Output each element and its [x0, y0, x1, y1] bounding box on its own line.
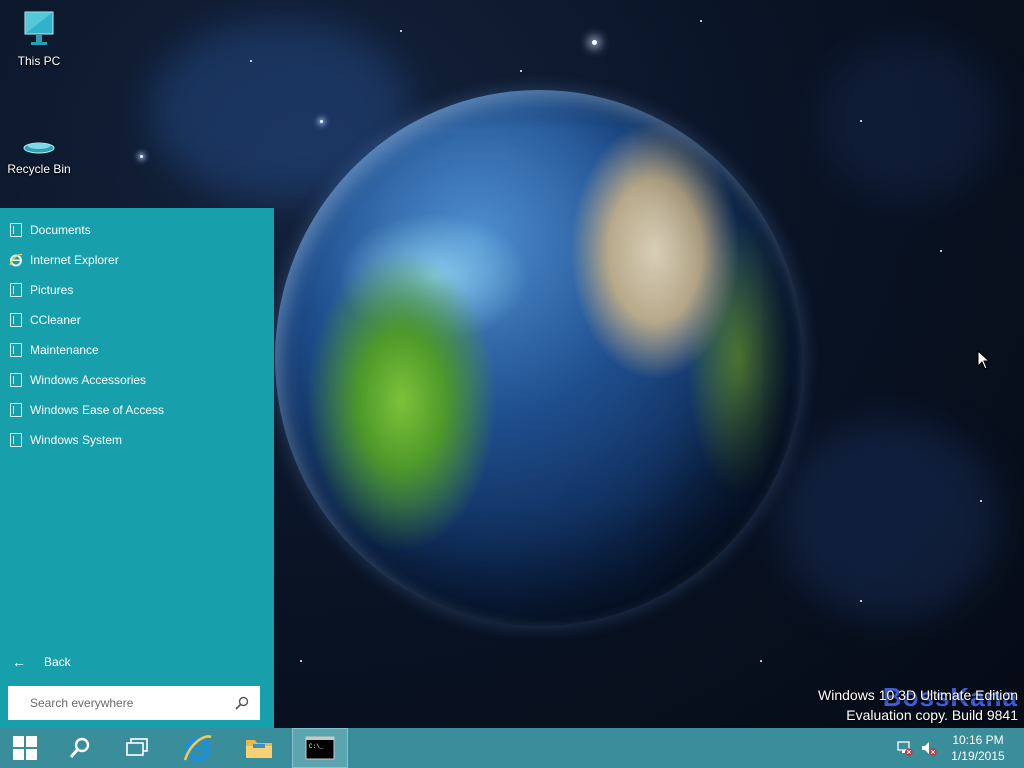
edition-watermark: BossKana Windows 10 3D Ultimate Edition … [818, 684, 1018, 725]
folder-icon [10, 343, 22, 357]
star [140, 155, 143, 158]
recycle-bin-icon [23, 142, 55, 154]
internet-explorer-button[interactable] [170, 728, 226, 768]
start-menu-item-ccleaner[interactable]: CCleaner [0, 305, 274, 335]
start-menu-item-label: Windows Accessories [30, 373, 147, 387]
search-input[interactable] [28, 695, 234, 711]
watermark-edition: Windows 10 3D Ultimate Edition [818, 687, 1018, 703]
start-button[interactable] [0, 728, 50, 768]
folder-icon [10, 403, 22, 417]
start-menu-item-documents[interactable]: Documents [0, 215, 274, 245]
start-menu-item-label: Internet Explorer [30, 253, 119, 267]
start-menu-item-label: Documents [30, 223, 91, 237]
arrow-left-icon: ← [12, 654, 26, 670]
desktop-icon-label: Recycle Bin [7, 162, 71, 176]
star [400, 30, 402, 32]
start-menu-item-label: CCleaner [30, 313, 81, 327]
star [320, 120, 323, 123]
taskbar-clock[interactable]: 10:16 PM 1/19/2015 [946, 732, 1010, 764]
desktop-icon-recycle-bin[interactable]: Recycle Bin [1, 136, 77, 176]
search-icon [69, 737, 90, 758]
task-view-button[interactable] [112, 728, 162, 768]
folder-icon [10, 433, 22, 447]
earth-globe-rim [275, 90, 803, 626]
internet-explorer-icon [9, 253, 23, 267]
internet-explorer-icon [183, 735, 212, 762]
taskbar: C:\_ 10:16 PM 1/19/2015 [0, 728, 1024, 768]
start-menu-item-pictures[interactable]: Pictures [0, 275, 274, 305]
start-menu-item-windows-system[interactable]: Windows System [0, 425, 274, 455]
clock-date: 1/19/2015 [951, 749, 1005, 763]
start-menu-item-label: Windows System [30, 433, 123, 447]
star [980, 500, 982, 502]
nebula [780, 420, 1000, 620]
start-menu-item-internet-explorer[interactable]: Internet Explorer [0, 245, 274, 275]
back-button[interactable]: ← Back [0, 650, 274, 674]
star [940, 250, 942, 252]
start-menu-item-windows-ease-of-access[interactable]: Windows Ease of Access [0, 395, 274, 425]
folder-icon [246, 740, 272, 758]
desktop-icon-label: This PC [17, 54, 61, 68]
svg-text:C:\_: C:\_ [309, 743, 324, 750]
back-label: Back [44, 655, 71, 669]
windows-logo-icon [13, 736, 37, 760]
star [592, 40, 597, 45]
monitor-icon [24, 11, 54, 45]
search-icon[interactable] [234, 695, 250, 711]
mouse-cursor-icon [977, 350, 991, 370]
folder-icon [10, 223, 22, 237]
start-menu: Documents Internet Explorer Pictures CCl… [0, 208, 274, 728]
desktop-icon-this-pc[interactable]: This PC [1, 10, 77, 68]
start-menu-item-windows-accessories[interactable]: Windows Accessories [0, 365, 274, 395]
folder-icon [10, 373, 22, 387]
star [250, 60, 252, 62]
start-search-box[interactable] [8, 686, 260, 720]
folder-icon [10, 283, 22, 297]
clock-time: 10:16 PM [952, 733, 1004, 747]
volume-muted-icon[interactable] [920, 739, 938, 757]
command-prompt-button[interactable]: C:\_ [292, 728, 348, 768]
file-explorer-button[interactable] [232, 728, 286, 768]
task-view-icon [126, 738, 148, 756]
start-menu-item-maintenance[interactable]: Maintenance [0, 335, 274, 365]
star [860, 120, 862, 122]
folder-icon [10, 313, 22, 327]
system-tray [896, 728, 938, 768]
network-icon[interactable] [896, 739, 914, 757]
start-menu-item-label: Maintenance [30, 343, 99, 357]
star [520, 70, 522, 72]
star [700, 20, 702, 22]
start-menu-item-label: Windows Ease of Access [30, 403, 165, 417]
star [300, 660, 302, 662]
start-menu-item-label: Pictures [30, 283, 74, 297]
nebula [820, 40, 1000, 200]
watermark-build: Evaluation copy. Build 9841 [846, 707, 1018, 723]
star [760, 660, 762, 662]
search-button[interactable] [56, 728, 104, 768]
star [860, 600, 862, 602]
command-prompt-icon: C:\_ [305, 736, 335, 760]
